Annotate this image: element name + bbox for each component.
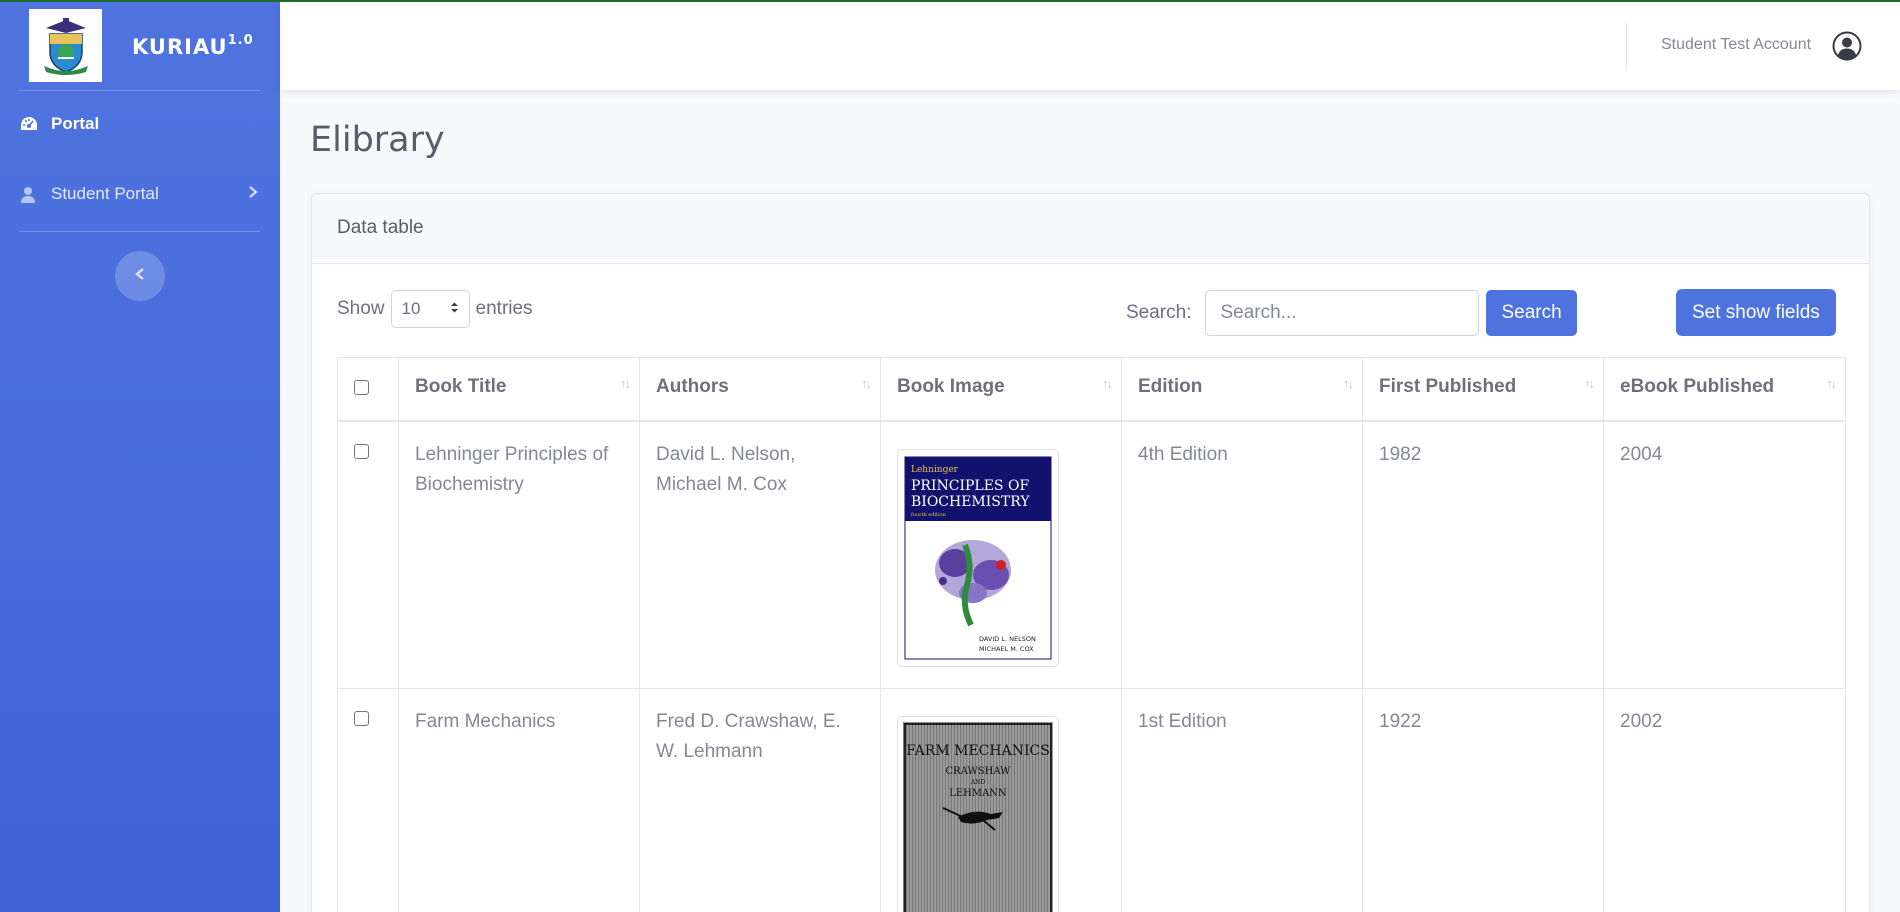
row-select-cell [337,420,399,689]
column-header-first-published[interactable]: First Published ↑↓ [1362,357,1604,422]
top-accent-line [0,0,1900,2]
book-title-cell: Lehninger Principles of Biochemistry [398,420,640,689]
card-header: Data table [312,194,1869,264]
books-table: Book Title ↑↓ Authors ↑↓ Book Image ↑↓ Edit… [337,357,1846,912]
column-header-ebook-published[interactable]: eBook Published ↑↓ [1603,357,1846,422]
book-image-cell: Lehninger PRINCIPLES OF BIOCHEMISTRY fou… [880,420,1122,689]
ebook-published-cell: 2004 [1603,420,1846,689]
select-arrows-icon [450,299,459,319]
sidebar-item-portal[interactable]: Portal [20,114,99,134]
user-name[interactable]: Student Test Account [1661,36,1811,54]
column-header-authors[interactable]: Authors ↑↓ [639,357,881,422]
sidebar-divider [19,90,260,91]
row-checkbox[interactable] [354,711,369,726]
cover-top-text: Lehninger [911,465,959,475]
column-label: Edition [1138,376,1203,397]
topbar: Student Test Account [280,2,1900,90]
search-button[interactable]: Search [1486,290,1577,336]
book-image-cell: FARM MECHANICS CRAWSHAW AND LEHMANN [880,688,1122,912]
edition-cell: 4th Edition [1121,420,1363,689]
crest-logo-icon [43,17,88,75]
cover-title-line-2: BIOCHEMISTRY [911,494,1030,510]
column-label: Book Image [897,376,1005,397]
topbar-divider [1626,22,1627,70]
cover-author-1: DAVID L. NELSON [979,635,1036,643]
select-all-header [337,357,399,422]
farm-mechanics-cover-art: FARM MECHANICS CRAWSHAW AND LEHMANN [903,722,1053,912]
set-show-fields-button[interactable]: Set show fields [1676,289,1836,336]
entries-value: 10 [401,299,421,318]
authors-cell: Fred D. Crawshaw, E. W. Lehmann [639,688,881,912]
column-label: Authors [656,376,729,397]
search-control: Search: Search [1126,290,1577,336]
entries-label: entries [475,298,533,319]
brand-name: KURIAU1.0 [132,33,254,59]
sort-icon: ↑↓ [1343,376,1354,391]
sidebar-toggle-button[interactable] [115,251,165,301]
chevron-left-icon [135,267,145,286]
brand-title: KURIAU [132,34,228,59]
sidebar-item-label: Student Portal [51,184,159,203]
entries-length-control: Show 10 entries [337,290,533,328]
search-input[interactable] [1205,290,1480,336]
sort-icon: ↑↓ [620,376,631,391]
data-table-card: Data table Show 10 entries Search: Searc… [311,193,1870,912]
table-row: Lehninger Principles of Biochemistry Dav… [337,420,1846,689]
column-label: eBook Published [1620,376,1775,397]
first-published-cell: 1982 [1362,420,1604,689]
brand-version: 1.0 [227,32,254,48]
column-label: First Published [1379,376,1517,397]
table-row: Farm Mechanics Fred D. Crawshaw, E. W. L… [337,688,1846,912]
book-title-cell: Farm Mechanics [398,688,640,912]
table-header-row: Book Title ↑↓ Authors ↑↓ Book Image ↑↓ Edit… [337,357,1846,422]
column-label: Book Title [415,376,507,397]
brand[interactable]: KURIAU1.0 [29,9,254,82]
sidebar-item-label: Portal [51,114,100,133]
column-header-book-image[interactable]: Book Image ↑↓ [880,357,1122,422]
biochemistry-cover-art: Lehninger PRINCIPLES OF BIOCHEMISTRY fou… [903,454,1053,661]
user-icon [20,184,40,204]
sort-icon: ↑↓ [861,376,872,391]
authors-cell: David L. Nelson, Michael M. Cox [639,420,881,689]
page-title: Elibrary [310,120,445,160]
sidebar: KURIAU1.0 Portal Student Portal [0,0,280,912]
cover-author-2: LEHMANN [949,788,1007,799]
cover-author-2: MICHAEL M. COX [979,645,1034,653]
search-label: Search: [1126,302,1192,323]
cover-title-line-1: PRINCIPLES OF [911,478,1029,494]
ebook-published-cell: 2002 [1603,688,1846,912]
cover-edition-text: fourth edition [911,512,947,518]
book-cover-image[interactable]: Lehninger PRINCIPLES OF BIOCHEMISTRY fou… [897,448,1059,667]
cover-title: FARM MECHANICS [906,743,1050,759]
row-select-cell [337,688,399,912]
show-label: Show [337,298,385,319]
sort-icon: ↑↓ [1826,376,1837,391]
column-header-edition[interactable]: Edition ↑↓ [1121,357,1363,422]
sort-icon: ↑↓ [1102,376,1113,391]
entries-select[interactable]: 10 [390,290,470,328]
cover-and-text: AND [970,779,986,786]
row-checkbox[interactable] [354,443,369,459]
sort-icon: ↑↓ [1584,376,1595,391]
user-circle-icon[interactable] [1832,31,1862,61]
dashboard-gauge-icon [20,114,40,134]
chevron-right-icon [248,184,258,204]
select-all-checkbox[interactable] [354,380,369,395]
first-published-cell: 1922 [1362,688,1604,912]
book-cover-image[interactable]: FARM MECHANICS CRAWSHAW AND LEHMANN [897,716,1059,912]
sidebar-divider [19,231,260,232]
brand-logo [29,9,102,82]
sidebar-item-student-portal[interactable]: Student Portal [20,184,258,204]
edition-cell: 1st Edition [1121,688,1363,912]
column-header-book-title[interactable]: Book Title ↑↓ [398,357,640,422]
cover-author-1: CRAWSHAW [946,766,1012,777]
